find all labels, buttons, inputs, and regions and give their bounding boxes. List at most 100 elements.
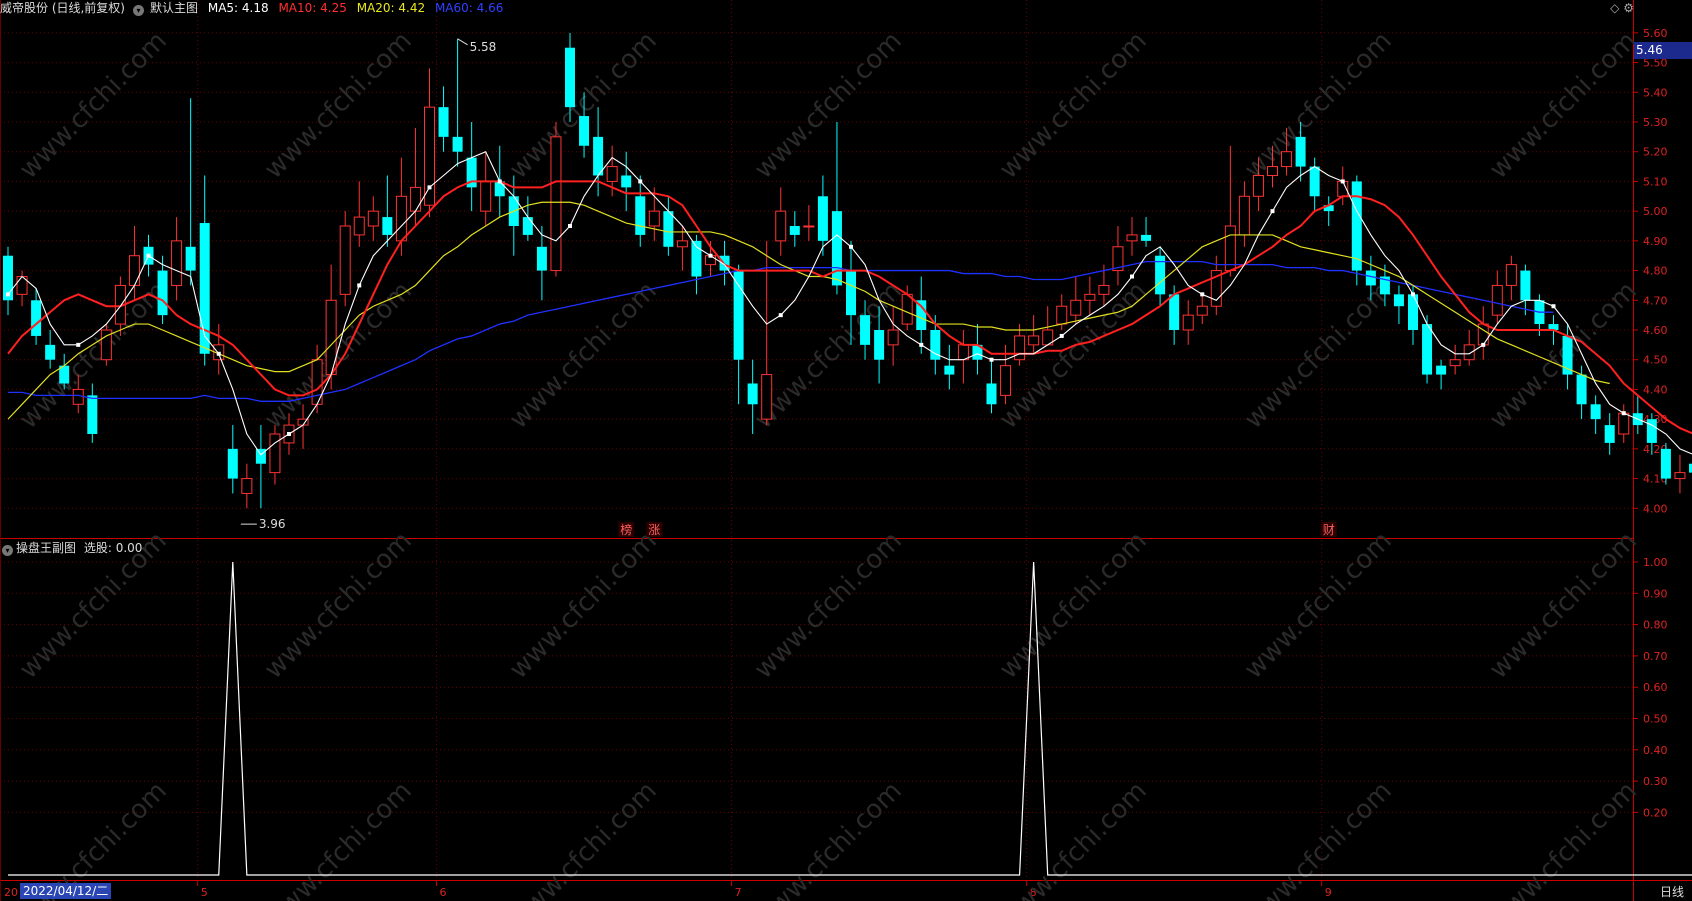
candle-body-down: [621, 175, 632, 188]
current-price-tag: 5.46: [1634, 42, 1692, 59]
candle-body-down: [522, 217, 533, 235]
watermark: www.cfchi.com: [1239, 26, 1398, 185]
candle-body-down: [1351, 181, 1362, 271]
ma5-marker: [1621, 411, 1626, 416]
price-tick-label: 5.10: [1643, 175, 1668, 188]
price-tick-label: 5.00: [1643, 205, 1668, 218]
candle-body-up: [353, 216, 365, 236]
ma10-label: MA10: 4.25: [278, 1, 347, 15]
candle-body-up: [957, 344, 969, 361]
month-label: 7: [735, 886, 742, 899]
watermark: www.cfchi.com: [994, 776, 1153, 901]
candle-body-down: [1408, 294, 1418, 330]
candle-body-down: [1141, 234, 1152, 241]
watermark: www.cfchi.com: [1484, 776, 1643, 901]
watermark: www.cfchi.com: [994, 26, 1153, 185]
high-pointer: [457, 38, 468, 46]
candle-body-down: [1604, 425, 1615, 443]
price-tick-label: 4.90: [1643, 235, 1668, 248]
candle-body-up: [606, 166, 618, 182]
watermark: www.cfchi.com: [1239, 276, 1398, 435]
chevron-down-icon[interactable]: ▾: [133, 5, 144, 16]
ma5-marker: [287, 432, 291, 436]
ma60-label: MA60: 4.66: [434, 1, 504, 15]
month-label: 9: [1325, 886, 1332, 899]
candle-body-down: [733, 270, 744, 360]
candle-body-up: [1000, 365, 1012, 396]
candle-body-down: [1520, 270, 1531, 301]
ma5-marker: [76, 342, 81, 347]
stock-title[interactable]: 威帝股份 (日线,前复权): [0, 1, 125, 15]
candle-body-up: [901, 293, 913, 325]
candle-body-down: [579, 116, 590, 146]
ma5-marker: [497, 179, 502, 184]
sub-chart-header: ▾ 操盘王副图 选股: 0.00: [0, 540, 142, 556]
candle-body-up: [1182, 314, 1194, 331]
candle-body-down: [986, 383, 997, 405]
candle-body-down: [916, 300, 927, 330]
candle-body-up: [1126, 234, 1138, 242]
candle-body-down: [1590, 404, 1601, 420]
candle-body-down: [1422, 324, 1433, 375]
event-marker: 涨: [648, 522, 660, 537]
candle-body-up: [550, 136, 562, 272]
candle-body-up: [1196, 305, 1208, 316]
candle-body-down: [1576, 374, 1587, 405]
candle-body-down: [831, 211, 842, 286]
ma5-marker: [357, 283, 362, 288]
candle-body-up: [1252, 174, 1264, 197]
candle-body-up: [1449, 359, 1461, 367]
candle-body-up: [1238, 195, 1250, 236]
high-label: 5.58: [470, 40, 497, 54]
watermark: www.cfchi.com: [1239, 776, 1398, 901]
sub-tick-label: 0.30: [1643, 775, 1668, 788]
watermark: www.cfchi.com: [504, 526, 663, 685]
ma20-label: MA20: 4.42: [356, 1, 426, 15]
candle-body-up: [409, 186, 421, 212]
ma5-marker: [1270, 209, 1275, 214]
axis-border: [1633, 0, 1634, 901]
price-tick-label: 4.60: [1643, 324, 1668, 337]
watermark: www.cfchi.com: [259, 276, 418, 435]
watermark: www.cfchi.com: [749, 776, 908, 901]
ma5-marker: [1411, 292, 1415, 297]
watermark: www.cfchi.com: [504, 276, 663, 435]
ma5-marker: [989, 357, 994, 362]
candle-body-up: [1070, 299, 1082, 316]
candle-body-down: [157, 270, 168, 316]
candle-body-up: [1463, 344, 1475, 361]
sub-value: 选股: 0.00: [83, 541, 143, 555]
sub-tick-label: 0.70: [1643, 650, 1668, 663]
candle-body-down: [227, 448, 238, 479]
ma5-marker: [849, 244, 853, 249]
candle-body-down: [565, 47, 575, 108]
candle-body-up: [171, 240, 183, 286]
watermark: www.cfchi.com: [1239, 526, 1398, 685]
candle-body-down: [1436, 365, 1447, 375]
candle-body-down: [747, 383, 758, 405]
sub-title[interactable]: 操盘王副图: [16, 541, 76, 555]
ma5-marker: [146, 253, 151, 258]
settings-icon[interactable]: ⚙: [1623, 1, 1634, 15]
watermark: www.cfchi.com: [14, 26, 173, 185]
candle-body-down: [1309, 166, 1320, 197]
chevron-down-icon[interactable]: ▾: [2, 545, 13, 556]
candle-body-down: [860, 315, 871, 345]
candle-body-down: [45, 344, 56, 360]
candle-body-up: [1267, 166, 1278, 176]
template-name[interactable]: 默认主图: [150, 1, 198, 15]
watermark: www.cfchi.com: [1484, 526, 1643, 685]
candle-body-down: [452, 136, 463, 152]
watermark: www.cfchi.com: [504, 776, 663, 901]
candle-body-up: [761, 374, 773, 420]
candle-body-up: [480, 180, 492, 212]
candle-body-down: [1393, 294, 1404, 307]
kline-chart[interactable]: 5.605.505.405.305.205.105.004.904.804.70…: [0, 0, 1692, 901]
ma5-marker: [1551, 304, 1556, 309]
candle-body-up: [775, 210, 787, 242]
period-label[interactable]: 日线: [1660, 883, 1684, 901]
candle-body-down: [944, 365, 955, 375]
price-tick-label: 5.40: [1643, 86, 1668, 99]
diamond-icon[interactable]: ◇: [1610, 1, 1619, 15]
watermark: www.cfchi.com: [259, 526, 418, 685]
